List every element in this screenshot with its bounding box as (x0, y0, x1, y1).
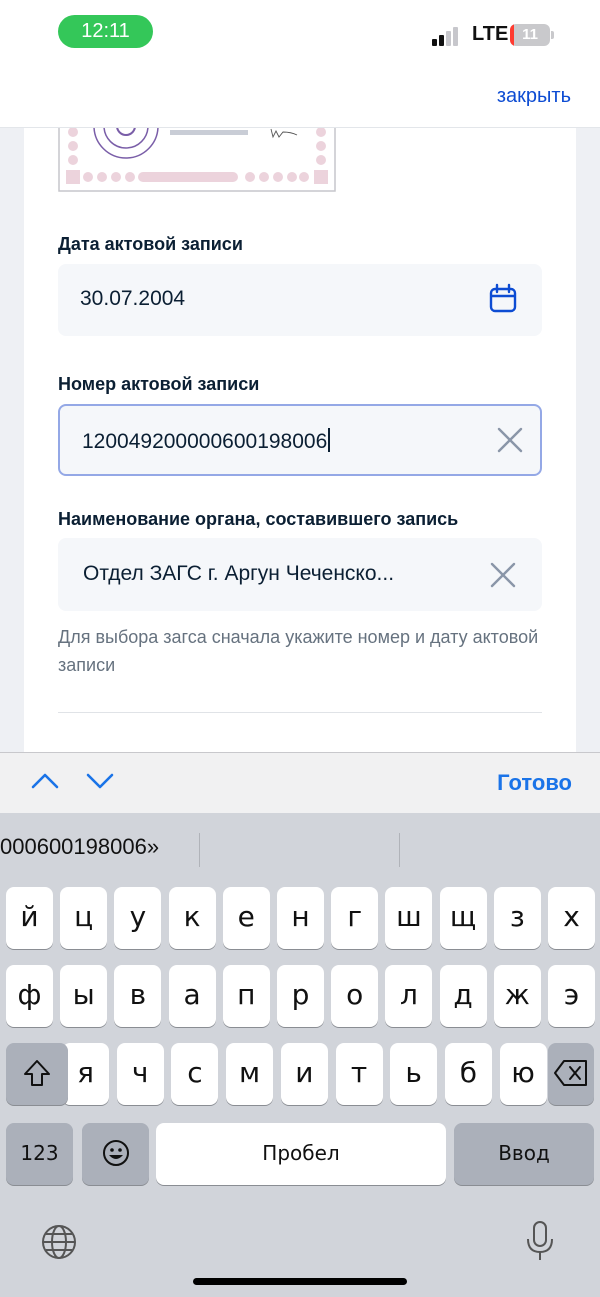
chevron-down-icon[interactable] (85, 769, 115, 793)
space-key[interactable]: Пробел (156, 1123, 446, 1185)
key-й[interactable]: й (6, 887, 53, 949)
authority-hint: Для выбора загса сначала укажите номер и… (58, 627, 539, 675)
record-date-field[interactable]: 30.07.2004 (58, 264, 542, 336)
record-number-value-wrap: 120049200000600198006 (82, 428, 331, 454)
authority-label: Наименование органа, составившего запись (58, 509, 459, 529)
prediction-bar: 000600198006» (0, 813, 600, 885)
key-ф[interactable]: ф (6, 965, 53, 1027)
key-я[interactable]: я (62, 1043, 109, 1105)
key-т[interactable]: т (335, 1043, 383, 1105)
emoji-icon (102, 1140, 129, 1166)
key-ю[interactable]: ю (499, 1043, 547, 1105)
chevron-up-icon[interactable] (30, 769, 60, 793)
calendar-icon[interactable] (487, 283, 519, 315)
record-number-value: 120049200000600198006 (82, 430, 328, 453)
globe-icon[interactable] (40, 1223, 78, 1261)
battery-icon: 11 (510, 24, 550, 46)
key-ь[interactable]: ь (390, 1043, 438, 1105)
return-key[interactable]: Ввод (454, 1123, 594, 1185)
key-з[interactable]: з (493, 887, 541, 949)
status-time: 12:11 (58, 15, 153, 48)
status-bar: 12:11 LTE 11 (0, 0, 600, 68)
prediction-suggestion[interactable]: 000600198006» (0, 834, 159, 860)
text-caret (328, 428, 331, 452)
key-ц[interactable]: ц (60, 887, 108, 949)
key-е[interactable]: е (222, 887, 270, 949)
key-к[interactable]: к (168, 887, 216, 949)
key-в[interactable]: в (114, 965, 162, 1027)
key-ы[interactable]: ы (60, 965, 108, 1027)
key-б[interactable]: б (444, 1043, 492, 1105)
key-л[interactable]: л (385, 965, 433, 1027)
key-ч[interactable]: ч (116, 1043, 164, 1105)
prediction-separator (399, 833, 400, 867)
key-щ[interactable]: щ (439, 887, 487, 949)
key-о[interactable]: о (331, 965, 379, 1027)
record-date-label: Дата актовой записи (58, 234, 243, 254)
key-с[interactable]: с (171, 1043, 219, 1105)
record-date-value: 30.07.2004 (80, 287, 186, 310)
authority-field[interactable]: Отдел ЗАГС г. Аргун Чеченско... (58, 538, 542, 611)
key-а[interactable]: а (168, 965, 216, 1027)
backspace-key[interactable] (548, 1043, 594, 1105)
key-р[interactable]: р (277, 965, 324, 1027)
battery-level: 11 (522, 26, 538, 43)
key-ж[interactable]: ж (493, 965, 541, 1027)
key-п[interactable]: п (222, 965, 270, 1027)
authority-value: Отдел ЗАГС г. Аргун Чеченско... (83, 562, 395, 585)
key-э[interactable]: э (548, 965, 595, 1027)
record-number-input[interactable]: 120049200000600198006 (58, 404, 542, 476)
key-х[interactable]: х (548, 887, 595, 949)
network-type: LTE (472, 23, 509, 45)
numbers-key[interactable]: 123 (6, 1123, 73, 1185)
home-indicator (193, 1278, 407, 1285)
emoji-key[interactable] (82, 1123, 149, 1185)
key-и[interactable]: и (280, 1043, 328, 1105)
keyboard-toolbar: Готово (0, 752, 600, 813)
clear-icon[interactable] (494, 424, 526, 456)
shift-icon (24, 1060, 50, 1086)
keyboard: 000600198006» йцукенгшщзх фывапролджэ яч… (0, 813, 600, 1297)
microphone-icon[interactable] (524, 1219, 556, 1263)
shift-key[interactable] (6, 1043, 68, 1105)
prediction-separator (199, 833, 200, 867)
done-button[interactable]: Готово (497, 770, 572, 796)
divider (58, 712, 542, 713)
key-у[interactable]: у (114, 887, 162, 949)
signal-icon (432, 26, 462, 46)
certificate-preview-image (58, 128, 336, 192)
clear-icon[interactable] (487, 559, 519, 591)
key-д[interactable]: д (439, 965, 487, 1027)
record-number-label: Номер актовой записи (58, 374, 260, 394)
close-button[interactable]: закрыть (497, 85, 571, 108)
backspace-icon (554, 1060, 587, 1086)
key-м[interactable]: м (226, 1043, 274, 1105)
battery-tip (551, 31, 554, 39)
key-г[interactable]: г (331, 887, 379, 949)
key-ш[interactable]: ш (385, 887, 433, 949)
modal-header: закрыть (0, 68, 600, 128)
key-н[interactable]: н (277, 887, 324, 949)
